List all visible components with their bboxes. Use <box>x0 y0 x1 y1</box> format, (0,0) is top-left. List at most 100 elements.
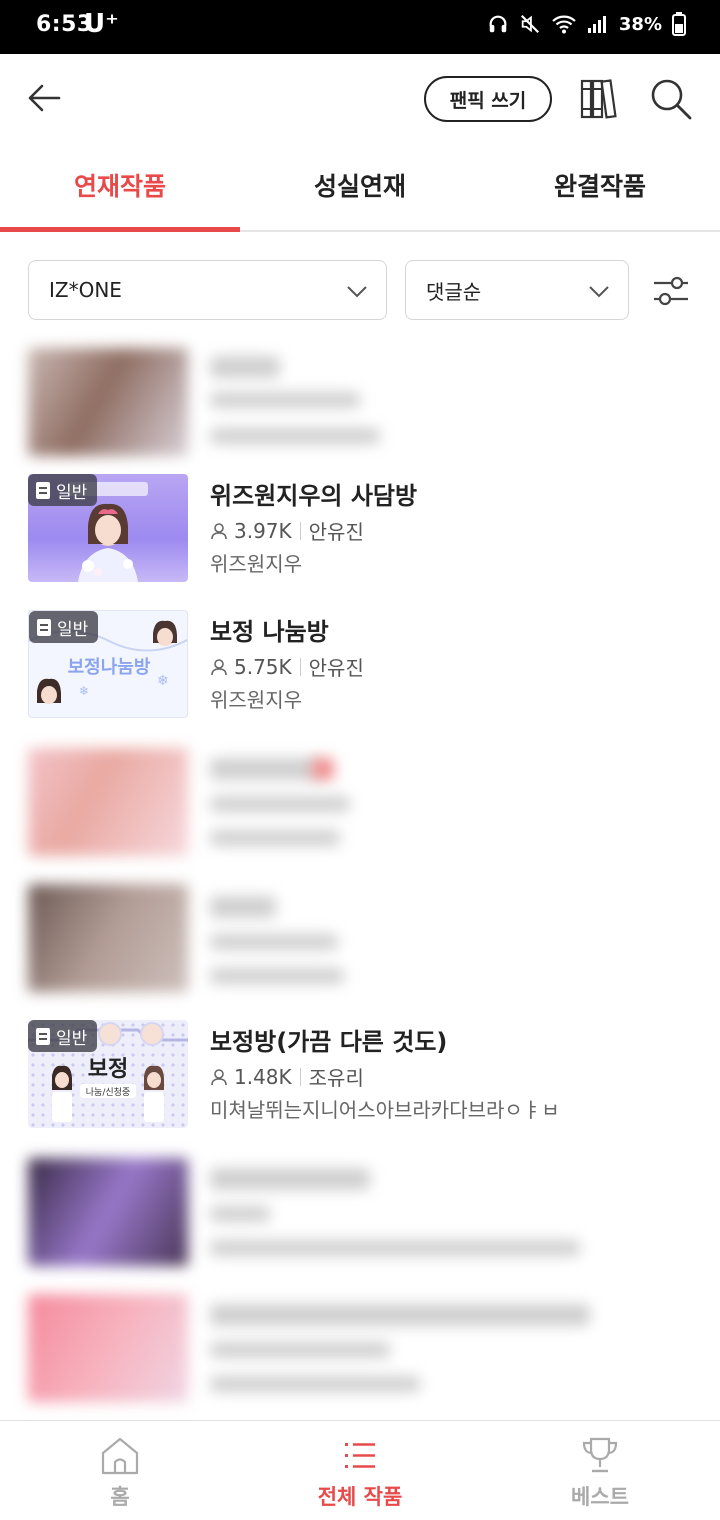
thumbnail <box>28 348 188 456</box>
blurred-meta <box>210 1206 270 1222</box>
divider <box>299 1067 301 1086</box>
nav-all-works[interactable]: 전체 작품 <box>240 1421 480 1520</box>
thumbnail: 보정나눔방 ❄ ❄ 일반 <box>28 610 188 718</box>
type-badge-label: 일반 <box>57 619 89 640</box>
document-icon <box>36 1027 50 1045</box>
status-icons: 38% <box>487 12 686 36</box>
item-title: 위즈원지우의 사담방 <box>210 482 418 510</box>
chevron-down-icon <box>347 286 367 298</box>
list-item[interactable]: 일반 위즈원지우의 사담방 3.97K 안유진 위즈원지우 <box>0 474 720 592</box>
wifi-icon <box>552 15 576 34</box>
thumbnail: 일반 <box>28 474 188 582</box>
bookshelf-icon <box>580 79 617 119</box>
list-item[interactable] <box>0 748 720 866</box>
back-button[interactable] <box>24 78 64 118</box>
list-item[interactable] <box>0 884 720 1002</box>
sliders-icon <box>654 276 688 306</box>
divider <box>299 657 301 676</box>
item-meta: 5.75K 안유진 <box>210 652 364 681</box>
sort-select-value: 댓글순 <box>426 279 482 304</box>
nav-all-works-label: 전체 작품 <box>317 1485 403 1509</box>
nav-home-label: 홈 <box>110 1485 130 1509</box>
thumbnail-subcaption: 나눔/신청중 <box>86 1087 130 1098</box>
type-badge: 일반 <box>29 611 99 643</box>
group-select[interactable]: IZ*ONE <box>28 260 387 320</box>
thumbnail-caption: 보정나눔방 <box>68 657 151 678</box>
nav-best-label: 베스트 <box>571 1485 629 1509</box>
person-icon <box>211 658 227 675</box>
arrow-left-icon <box>28 84 61 112</box>
character-name: 안유진 <box>308 520 364 544</box>
blurred-title <box>210 758 320 780</box>
tab-ongoing[interactable]: 연재작품 <box>0 144 240 232</box>
list-icon <box>345 1443 375 1468</box>
tab-completed[interactable]: 완결작품 <box>480 144 720 230</box>
blurred-writer <box>210 1240 580 1256</box>
library-button[interactable] <box>578 76 624 122</box>
thumbnail <box>28 884 188 992</box>
blurred-writer <box>210 1376 420 1392</box>
person-icon <box>211 1068 227 1085</box>
nav-home[interactable]: 홈 <box>0 1421 240 1520</box>
sort-select[interactable]: 댓글순 <box>405 260 629 320</box>
thumbnail <box>28 1294 188 1402</box>
type-badge: 일반 <box>28 474 98 506</box>
writer-name: 미쳐날뛰는지니어스아브라카다브라ㅇㅑㅂ <box>210 1098 560 1122</box>
search-icon <box>651 79 692 120</box>
divider <box>299 521 301 540</box>
write-fanfic-button[interactable]: 팬픽 쓰기 <box>424 76 552 122</box>
thumbnail <box>28 748 188 856</box>
thumbnail-caption: 보정 <box>88 1057 128 1082</box>
app-header: 팬픽 쓰기 <box>0 54 720 144</box>
thumbnail <box>28 1158 188 1266</box>
home-icon <box>101 1437 139 1475</box>
view-count: 1.48K <box>234 1064 292 1089</box>
type-badge-label: 일반 <box>56 1028 88 1049</box>
mute-icon <box>520 14 539 34</box>
blurred-meta <box>210 934 338 950</box>
item-meta: 1.48K 조유리 <box>210 1062 364 1091</box>
trophy-icon <box>582 1437 618 1473</box>
document-icon <box>36 481 50 499</box>
battery-percent: 38% <box>618 13 662 35</box>
blurred-title <box>210 356 280 378</box>
chevron-down-icon <box>589 286 609 298</box>
blurred-meta <box>210 392 360 408</box>
list-item[interactable] <box>0 1158 720 1276</box>
writer-name: 위즈원지우 <box>210 552 302 576</box>
character-name: 안유진 <box>308 656 364 680</box>
type-badge: 일반 <box>28 1020 98 1052</box>
list-item[interactable] <box>0 348 720 466</box>
filter-settings-button[interactable] <box>650 270 692 312</box>
status-bar: 6:53 U⁺ 38% <box>0 0 720 54</box>
blurred-writer <box>210 830 340 846</box>
view-count: 3.97K <box>234 518 292 543</box>
blurred-writer <box>210 428 380 444</box>
list-item[interactable] <box>0 1294 720 1412</box>
view-count: 5.75K <box>234 654 292 679</box>
item-title: 보정방(가끔 다른 것도) <box>210 1028 448 1056</box>
bottom-nav: 홈 전체 작품 베스트 <box>0 1420 720 1520</box>
tab-diligent[interactable]: 성실연재 <box>240 144 480 230</box>
filter-bar: IZ*ONE 댓글순 <box>0 260 720 320</box>
blurred-writer <box>210 968 344 984</box>
blurred-title <box>210 1168 370 1190</box>
blurred-title <box>210 1304 590 1326</box>
list-item[interactable]: 보정 나눔/신청중 일반 보정방(가끔 다른 것도) 1.48K 조유리 미쳐날… <box>0 1020 720 1138</box>
item-title: 보정 나눔방 <box>210 618 329 646</box>
svg-text:❄: ❄ <box>157 673 169 689</box>
search-button[interactable] <box>648 76 694 122</box>
item-meta: 3.97K 안유진 <box>210 516 364 545</box>
type-badge-label: 일반 <box>56 482 88 503</box>
blurred-emoji <box>312 758 334 780</box>
nav-best[interactable]: 베스트 <box>480 1421 720 1520</box>
list-item[interactable]: 보정나눔방 ❄ ❄ 일반 보정 나눔방 5.75K 안유진 위즈원지우 <box>0 610 720 728</box>
blurred-meta <box>210 1342 390 1358</box>
document-icon <box>37 618 51 636</box>
thumbnail: 보정 나눔/신청중 일반 <box>28 1020 188 1128</box>
person-icon <box>211 522 227 539</box>
signal-icon <box>587 16 606 33</box>
group-select-value: IZ*ONE <box>49 278 122 302</box>
blurred-title <box>210 896 276 918</box>
svg-text:❄: ❄ <box>79 684 89 698</box>
